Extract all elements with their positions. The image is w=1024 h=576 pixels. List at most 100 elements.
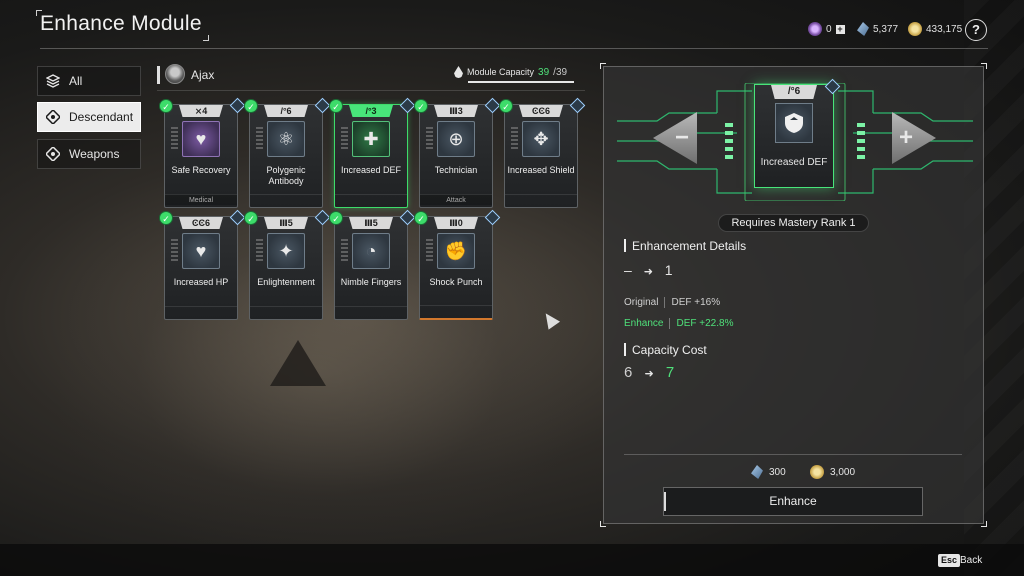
section-marker bbox=[624, 343, 626, 356]
crosshair-icon: ⊕ bbox=[437, 121, 475, 157]
esc-key-icon[interactable]: Esc bbox=[938, 554, 961, 567]
capacity-to: 7 bbox=[665, 364, 675, 381]
module-card-increased-def[interactable]: /°3 ✚ Increased DEF ✓ bbox=[329, 97, 416, 208]
capacity-change: 6 ➜ 7 bbox=[624, 364, 674, 381]
socket-diamond-icon bbox=[484, 97, 501, 114]
section-marker bbox=[157, 66, 160, 84]
heart-hands-icon: ♥ bbox=[182, 233, 220, 269]
module-name: Increased HP bbox=[173, 277, 229, 287]
module-card-polygenic-antibody[interactable]: /°6 ⚛ Polygenic Antibody ✓ bbox=[244, 97, 331, 208]
socket-diamond-icon bbox=[229, 97, 246, 114]
original-stat-row: Original DEF +16% bbox=[624, 297, 720, 308]
grid-divider bbox=[157, 90, 585, 91]
module-card-safe-recovery[interactable]: ⨯4 ♥ Safe Recovery Medical ✓ bbox=[159, 97, 246, 208]
module-type bbox=[250, 306, 322, 317]
module-cost: /°6 bbox=[771, 85, 817, 99]
equipped-check-icon: ✓ bbox=[329, 99, 343, 113]
gold-cost: 3,000 bbox=[810, 465, 855, 479]
fist-icon: ✊ bbox=[437, 233, 475, 269]
socket-diamond-icon bbox=[314, 97, 331, 114]
equipped-check-icon: ✓ bbox=[244, 211, 258, 225]
card-decoration bbox=[171, 239, 178, 261]
header-divider bbox=[40, 48, 988, 49]
card-decoration bbox=[256, 239, 263, 261]
gauge-icon: ◔ bbox=[352, 233, 390, 269]
arrow-right-icon: ➜ bbox=[644, 368, 654, 380]
nav-label: All bbox=[69, 74, 83, 88]
module-name: Safe Recovery bbox=[171, 165, 231, 175]
back-button[interactable]: Back bbox=[960, 555, 982, 566]
socket-diamond-icon bbox=[399, 97, 416, 114]
module-card-increased-hp[interactable]: ϾϾ6 ♥ Increased HP ✓ bbox=[159, 209, 246, 320]
panel-corner bbox=[981, 63, 987, 69]
antibody-icon: ⚛ bbox=[267, 121, 305, 157]
module-type bbox=[165, 306, 237, 317]
star-burst-icon: ✦ bbox=[267, 233, 305, 269]
capacity-label: Module Capacity bbox=[467, 67, 535, 77]
currency-value: 0 bbox=[826, 23, 832, 35]
title-corner bbox=[203, 35, 209, 41]
nav-item-all[interactable]: All bbox=[37, 66, 141, 96]
mastery-requirement: Requires Mastery Rank 1 bbox=[718, 214, 869, 232]
module-cost: Ⅲ3 bbox=[434, 105, 478, 117]
module-type: Medical bbox=[165, 194, 237, 205]
cost-value: 3,000 bbox=[830, 466, 856, 478]
module-card-shock-punch[interactable]: Ⅲ0 ✊ Shock Punch ✓ bbox=[414, 209, 501, 320]
module-type bbox=[505, 194, 577, 205]
module-cost: Ⅲ0 bbox=[434, 217, 478, 229]
currency-purple[interactable]: 0 + bbox=[808, 22, 845, 36]
divider bbox=[664, 297, 666, 308]
card-decoration bbox=[426, 239, 433, 261]
nav-item-weapons[interactable]: Weapons bbox=[37, 139, 141, 169]
help-button[interactable]: ? bbox=[965, 19, 987, 41]
purple-token-icon bbox=[808, 22, 822, 36]
enhance-button[interactable]: Enhance bbox=[663, 487, 923, 516]
descendant-icon bbox=[44, 108, 62, 126]
original-value: DEF +16% bbox=[671, 297, 721, 309]
socket-diamond-icon bbox=[569, 97, 586, 114]
avatar bbox=[165, 64, 185, 84]
arrow-right-icon: ➜ bbox=[643, 266, 653, 278]
defense-plus-icon: ✚ bbox=[352, 121, 390, 157]
gold-coin-icon bbox=[908, 22, 922, 36]
level-from: – bbox=[624, 262, 632, 278]
footer-bar bbox=[0, 544, 1024, 576]
equipped-check-icon: ✓ bbox=[414, 211, 428, 225]
capacity-drop-icon bbox=[454, 66, 463, 78]
title-corner bbox=[36, 10, 42, 16]
module-cost: Ⅲ5 bbox=[264, 217, 308, 229]
module-cost: ϾϾ6 bbox=[519, 105, 563, 117]
module-name: Increased DEF bbox=[340, 165, 402, 175]
nav-item-descendant[interactable]: Descendant bbox=[37, 102, 141, 132]
level-to: 1 bbox=[664, 262, 673, 278]
gold-coin-icon bbox=[810, 465, 824, 479]
equipped-check-icon: ✓ bbox=[159, 99, 173, 113]
descendant-name: Ajax bbox=[191, 68, 215, 82]
heart-shield-icon: ♥ bbox=[182, 121, 220, 157]
cost-value: 300 bbox=[769, 466, 786, 478]
enhance-stat-row: Enhance DEF +22.8% bbox=[624, 318, 733, 329]
shield-crosshair-icon: ✥ bbox=[522, 121, 560, 157]
card-decoration bbox=[341, 127, 348, 149]
card-decoration bbox=[341, 239, 348, 261]
background-emblem bbox=[270, 340, 326, 386]
currency-gold: 433,175 bbox=[908, 22, 962, 36]
weapons-icon bbox=[44, 145, 62, 163]
panel-corner bbox=[600, 63, 606, 69]
capacity-bar bbox=[468, 81, 574, 83]
module-name: Nimble Fingers bbox=[340, 277, 402, 287]
module-cost: /°3 bbox=[349, 105, 393, 117]
module-cost: Ⅲ5 bbox=[349, 217, 393, 229]
module-card-increased-shield[interactable]: ϾϾ6 ✥ Increased Shield ✓ bbox=[499, 97, 586, 208]
module-cost: /°6 bbox=[264, 105, 308, 117]
equipped-check-icon: ✓ bbox=[414, 99, 428, 113]
module-card-nimble-fingers[interactable]: Ⅲ5 ◔ Nimble Fingers ✓ bbox=[329, 209, 416, 320]
level-change: – ➜ 1 bbox=[624, 262, 673, 278]
enhancement-details-title: Enhancement Details bbox=[632, 239, 747, 253]
capacity-value: 39 bbox=[538, 66, 550, 78]
module-card-enlightenment[interactable]: Ⅲ5 ✦ Enlightenment ✓ bbox=[244, 209, 331, 320]
module-card-technician[interactable]: Ⅲ3 ⊕ Technician Attack ✓ bbox=[414, 97, 501, 208]
add-icon[interactable]: + bbox=[835, 24, 845, 34]
module-capacity: Module Capacity 39 /39 bbox=[454, 66, 567, 78]
card-decoration bbox=[511, 127, 518, 149]
